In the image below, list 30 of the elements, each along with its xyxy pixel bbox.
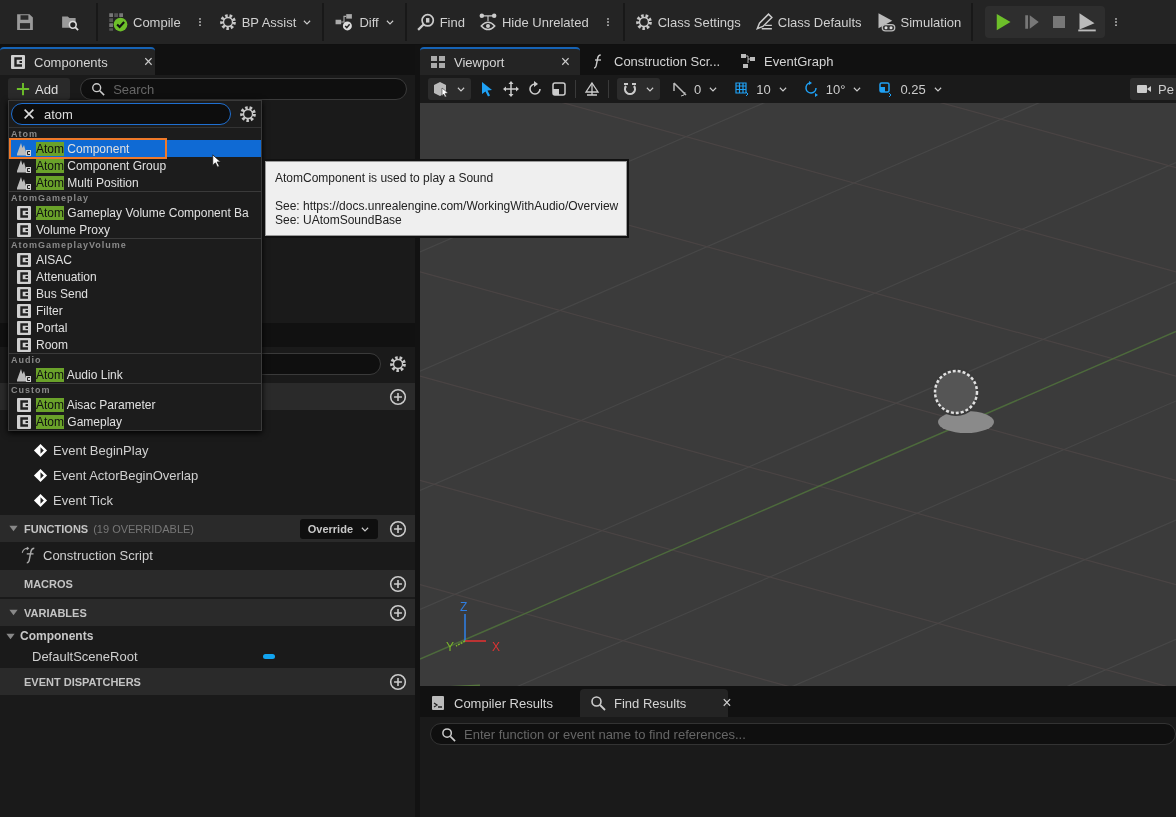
- item-label: Atom Component Group: [36, 158, 167, 173]
- section-title: VARIABLES: [24, 606, 87, 619]
- section-note: (19 OVERRIDABLE): [93, 522, 195, 535]
- item-label: Atom Component: [36, 141, 130, 156]
- item-label: Atom Aisac Parameter: [36, 397, 156, 412]
- section-title: FUNCTIONS: [24, 522, 89, 535]
- axis-label: Y: [446, 640, 454, 654]
- item-label: Atom Gameplay Volume Component Ba: [36, 205, 249, 220]
- item-label: Room: [36, 337, 68, 352]
- tooltip-text: AtomComponent is used to play a Sound: [275, 171, 495, 185]
- section-title: MACROS: [24, 577, 73, 590]
- item-label: Volume Proxy: [36, 222, 111, 237]
- item-label: Atom Multi Position: [36, 175, 139, 190]
- item-label: Atom Gameplay: [36, 414, 123, 429]
- category-label: Audio: [9, 353, 261, 366]
- item-label: Attenuation: [36, 269, 97, 284]
- category-label: AtomGameplay: [9, 191, 261, 204]
- axis-label: Z: [460, 601, 468, 614]
- category-label: AtomGameplayVolume: [9, 238, 261, 251]
- item-label: Atom Audio Link: [36, 367, 123, 382]
- axis-label: X: [492, 640, 500, 654]
- tooltip-text: See: UAtomSoundBase: [275, 213, 403, 227]
- category-label: Custom: [9, 383, 261, 396]
- item-label: Bus Send: [36, 286, 89, 301]
- item-label: AISAC: [36, 252, 72, 267]
- section-title: EVENT DISPATCHERS: [24, 675, 141, 688]
- item-label: Portal: [36, 320, 68, 335]
- category-label: Atom: [10, 128, 39, 140]
- item-label: Filter: [36, 303, 63, 318]
- tooltip-text: See: https://docs.unrealengine.com/WorkingWithAudio/Overview: [275, 199, 619, 213]
